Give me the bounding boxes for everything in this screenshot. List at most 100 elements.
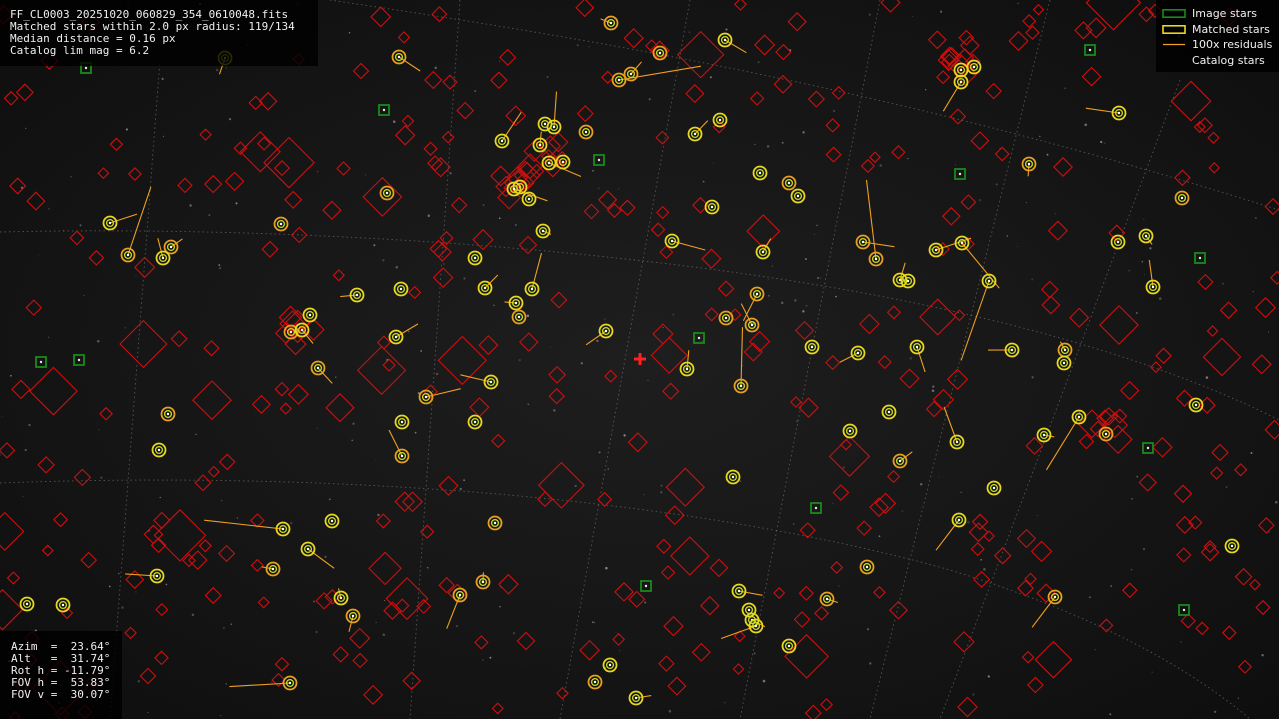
matched-star-core [1077,415,1081,419]
matched-star-core [1062,361,1066,365]
background-star [22,496,24,498]
catalog-star-diamond [218,453,236,471]
catalog-star-diamond [664,505,685,526]
background-star [124,326,127,329]
catalog-star-diamond [150,537,167,554]
matched-star-core [861,240,865,244]
catalog-star-diamond [325,393,355,423]
catalog-star-diamond [662,382,680,400]
background-star [79,224,82,227]
catalog-star-diamond [53,512,69,528]
catalog-star-diamond [429,239,448,258]
matched-star-core [541,229,545,233]
background-star [161,77,164,80]
background-star [47,336,50,339]
matched-star-core [514,301,518,305]
matched-star-core [710,205,714,209]
catalog-star-diamond [825,118,840,133]
background-star [1213,710,1217,714]
matched-star-core [1063,348,1067,352]
background-star [1143,218,1145,220]
matched-star-core [934,248,938,252]
catalog-star-diamond [432,267,454,288]
catalog-star-diamond [798,585,814,601]
background-star [832,502,834,505]
catalog-star-diamond [11,379,31,400]
image-star-core [1198,256,1202,260]
background-star [392,120,396,123]
background-star [754,143,756,146]
image-stars-layer [35,44,1206,616]
catalog-star-diamond [685,84,705,104]
background-star [820,277,822,279]
legend-label: 100x residuals [1192,38,1273,51]
residual-line [204,519,284,530]
background-star [766,145,770,148]
catalog-star-diamond [257,136,272,151]
background-star [463,479,466,482]
catalog-star-diamond [250,513,265,528]
background-star [428,437,430,439]
matched-star-core [856,351,860,355]
catalog-star-diamond [424,70,443,90]
matched-star-core [481,580,485,584]
matched-star-core [959,68,963,72]
background-star [615,631,617,633]
background-star [931,389,935,393]
catalog-star-diamond [860,158,875,174]
catalog-star-diamond [207,465,220,478]
catalog-star-diamond [825,355,841,371]
matched-star-core [458,593,462,597]
background-star [1025,202,1027,203]
background-star [1149,247,1152,250]
background-star [592,169,594,172]
catalog-star-diamond [670,536,710,576]
background-star [643,493,645,496]
catalog-star-diamond [717,280,735,297]
fov-v-text: FOV v = 30.07° [11,688,111,701]
background-star [1237,697,1239,699]
background-star [9,99,11,101]
image-star-core [382,108,386,112]
background-star [955,164,956,166]
catalog-star-diamond [1155,347,1172,365]
catalog-star-diamond [217,544,236,563]
background-star [427,214,431,217]
background-star [165,583,168,586]
background-star [527,403,530,406]
catalog-star-diamond [656,205,670,220]
catalog-star-diamond [1053,157,1073,177]
image-star-legend-icon [1162,9,1186,18]
catalog-star-diamond [968,522,989,543]
matched-star-legend-icon [1162,25,1186,34]
background-star [618,188,620,190]
catalog-star-diamond [1099,305,1139,345]
matched-star-core [972,65,976,69]
catalog-star-diamond [1270,270,1279,285]
background-star [420,350,423,352]
matched-star-core [955,440,959,444]
background-star [938,476,940,478]
catalog-star-diamond [352,62,370,80]
catalog-star-diamond [606,203,622,218]
catalog-star-diamond [732,663,745,675]
catalog-star-diamond [825,146,842,163]
matched-star-core [161,256,165,260]
catalog-star-diamond [279,402,292,415]
matched-star-core [489,380,493,384]
matched-star-core [957,518,961,522]
background-star [395,265,399,269]
catalog-star-diamond [787,12,807,32]
residual-line [740,327,744,387]
matched-star-core [658,51,662,55]
catalog-star-diamond [336,161,351,176]
background-star [481,659,484,661]
background-star [414,431,417,434]
matched-star-core [155,574,159,578]
matched-star-core [848,429,852,433]
image-star-core [77,358,81,362]
star-field-view[interactable]: FF_CL0003_20251020_060829_354_0610048.fi… [0,0,1279,719]
catalog-star-diamond [99,406,113,421]
matched-star-core [355,293,359,297]
background-star [1221,282,1225,285]
